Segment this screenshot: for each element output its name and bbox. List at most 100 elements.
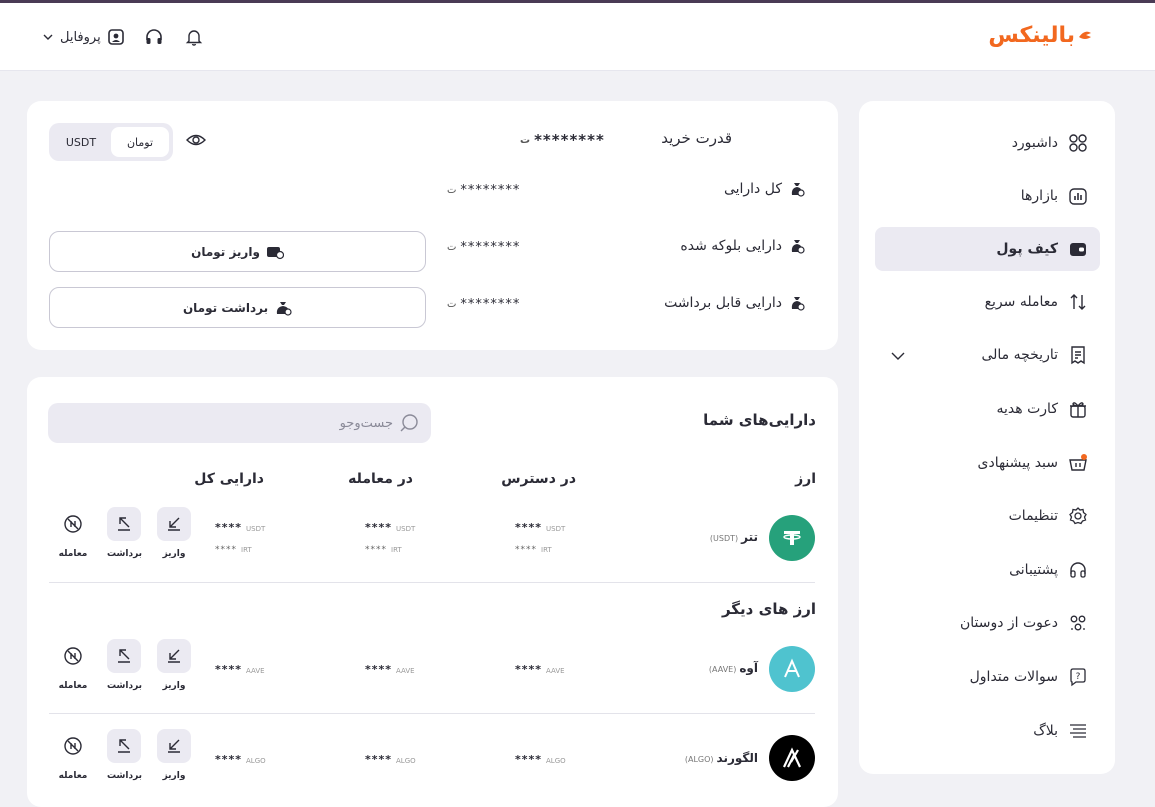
column-in-trade: در معامله — [348, 471, 413, 487]
column-available: در دسترس — [501, 471, 576, 487]
deposit-button[interactable] — [157, 507, 191, 541]
deposit-action[interactable]: واریز — [157, 729, 191, 781]
withdraw-action[interactable]: برداشت — [107, 729, 143, 781]
settings-icon — [1068, 506, 1088, 526]
deposit-toman-button[interactable]: واریز تومان — [49, 231, 426, 272]
coin-name: تتر (USDT) — [709, 530, 758, 544]
arrow-down-left-icon — [168, 649, 180, 663]
deposit-action[interactable]: واریز — [157, 639, 191, 691]
sidebar-item-blog[interactable]: بلاگ — [875, 709, 1100, 753]
dashboard-icon — [1068, 133, 1088, 153]
sidebar-item-wallet[interactable]: کیف پول — [875, 227, 1100, 271]
search-input[interactable]: جست‌وجو — [48, 403, 431, 443]
arrow-up-left-icon — [118, 649, 130, 663]
withdraw-action[interactable]: برداشت — [107, 507, 143, 559]
deposit-label: واریز — [162, 771, 186, 781]
trade-action[interactable]: معامله — [56, 639, 90, 691]
no-trade-icon — [64, 647, 82, 665]
app-header: بالینکس پروفایل — [0, 3, 1155, 71]
sidebar-item-faq[interactable]: سوالات متداول ? — [875, 655, 1100, 699]
brand-mark-icon — [1079, 31, 1091, 39]
brand-logo[interactable]: بالینکس — [988, 17, 1093, 53]
swap-icon — [1068, 292, 1088, 312]
trade-action[interactable]: معامله — [56, 729, 90, 781]
trade-button[interactable] — [56, 507, 90, 541]
withdraw-label: برداشت — [107, 771, 143, 781]
sidebar-item-label: بلاگ — [1033, 723, 1058, 739]
deposit-label: واریز — [162, 681, 186, 691]
money-bag-icon — [791, 183, 805, 197]
blocked-assets-label: دارایی بلوکه شده — [680, 237, 806, 255]
withdraw-toman-button[interactable]: برداشت تومان — [49, 287, 426, 328]
total-assets-label: کل دارایی — [724, 180, 806, 198]
sidebar-item-label: کیف پول — [996, 241, 1058, 257]
coin-name: آوه (AAVE) — [708, 661, 758, 675]
tether-icon — [783, 531, 801, 545]
sidebar-item-markets[interactable]: بازارها — [875, 174, 1100, 218]
sidebar-item-settings[interactable]: تنظیمات — [875, 494, 1100, 538]
search-icon — [400, 414, 418, 432]
arrow-up-left-icon — [118, 739, 130, 753]
profile-icon — [107, 29, 124, 45]
basket-icon — [1068, 453, 1088, 473]
assets-title: دارایی‌های شما — [703, 411, 816, 429]
sidebar-item-invite-friends[interactable]: دعوت از دوستان — [875, 601, 1100, 645]
sidebar-item-support[interactable]: پشتیبانی — [875, 548, 1100, 592]
withdrawable-assets-value: ت ******** — [447, 297, 521, 312]
headset-icon — [145, 29, 162, 44]
assets-card: دارایی‌های شما جست‌وجو ارز در دسترس در م… — [27, 377, 838, 807]
in-trade-value: **** USDT — [365, 521, 416, 534]
trade-action[interactable]: معامله — [56, 507, 90, 559]
currency-toggle[interactable]: USDT تومان — [49, 123, 173, 161]
receipt-icon — [1068, 345, 1088, 365]
sidebar-item-suggested-basket[interactable]: سبد پیشنهادی — [875, 441, 1100, 485]
sidebar-item-quick-trade[interactable]: معامله سریع — [875, 280, 1100, 324]
buying-power-value: ت ******** — [520, 131, 605, 149]
search-placeholder: جست‌وجو — [339, 415, 393, 431]
no-trade-icon — [64, 737, 82, 755]
row-divider — [49, 713, 815, 714]
trade-button[interactable] — [56, 729, 90, 763]
eye-icon[interactable] — [185, 131, 207, 149]
blocked-assets-value: ت ******** — [447, 240, 521, 255]
blog-icon — [1068, 721, 1088, 741]
sidebar-item-financial-history[interactable]: تاریخچه مالی — [875, 333, 1100, 377]
deposit-button[interactable] — [157, 639, 191, 673]
in-trade-value-irt: **** IRT — [365, 545, 402, 555]
profile-menu[interactable]: پروفایل — [42, 28, 125, 46]
column-total: دارایی کل — [194, 471, 264, 487]
sidebar-item-label: کارت هدیه — [996, 401, 1058, 417]
toman-unit-icon: ت — [447, 299, 457, 310]
withdraw-button[interactable] — [107, 507, 141, 541]
deposit-button[interactable] — [157, 729, 191, 763]
sidebar-item-dashboard[interactable]: داشبورد — [875, 121, 1100, 165]
deposit-action[interactable]: واریز — [157, 507, 191, 559]
sidebar-item-label: بازارها — [1020, 188, 1058, 204]
header-actions: پروفایل — [42, 23, 205, 51]
total-assets-value: ت ******** — [447, 183, 521, 198]
withdraw-label: برداشت — [107, 681, 143, 691]
notifications-button[interactable] — [183, 26, 205, 48]
sidebar-item-label: معامله سریع — [984, 294, 1058, 310]
in-trade-value: **** AAVE — [365, 663, 415, 676]
total-value: **** USDT — [215, 521, 266, 534]
withdraw-button[interactable] — [107, 639, 141, 673]
withdraw-action[interactable]: برداشت — [107, 639, 143, 691]
withdraw-button[interactable] — [107, 729, 141, 763]
sidebar-item-gift-card[interactable]: کارت هدیه — [875, 387, 1100, 431]
support-button[interactable] — [143, 26, 165, 48]
chevron-down-icon[interactable] — [889, 347, 907, 365]
deposit-label: واریز — [162, 549, 186, 559]
trade-button[interactable] — [56, 639, 90, 673]
toman-unit-icon: ت — [447, 242, 457, 253]
algorand-icon — [783, 747, 801, 768]
sidebar: داشبورد بازارها کیف پول معامله سریع تاری… — [859, 101, 1115, 774]
withdraw-label: برداشت — [107, 549, 143, 559]
toggle-usdt[interactable]: USDT — [55, 127, 107, 157]
sidebar-item-label: سوالات متداول — [969, 669, 1058, 685]
toggle-toman[interactable]: تومان — [111, 127, 169, 157]
toman-unit-icon: ت — [447, 185, 457, 196]
in-trade-value: **** ALGO — [365, 753, 416, 766]
aave-icon — [784, 658, 800, 678]
toman-unit-icon: ت — [520, 134, 531, 146]
